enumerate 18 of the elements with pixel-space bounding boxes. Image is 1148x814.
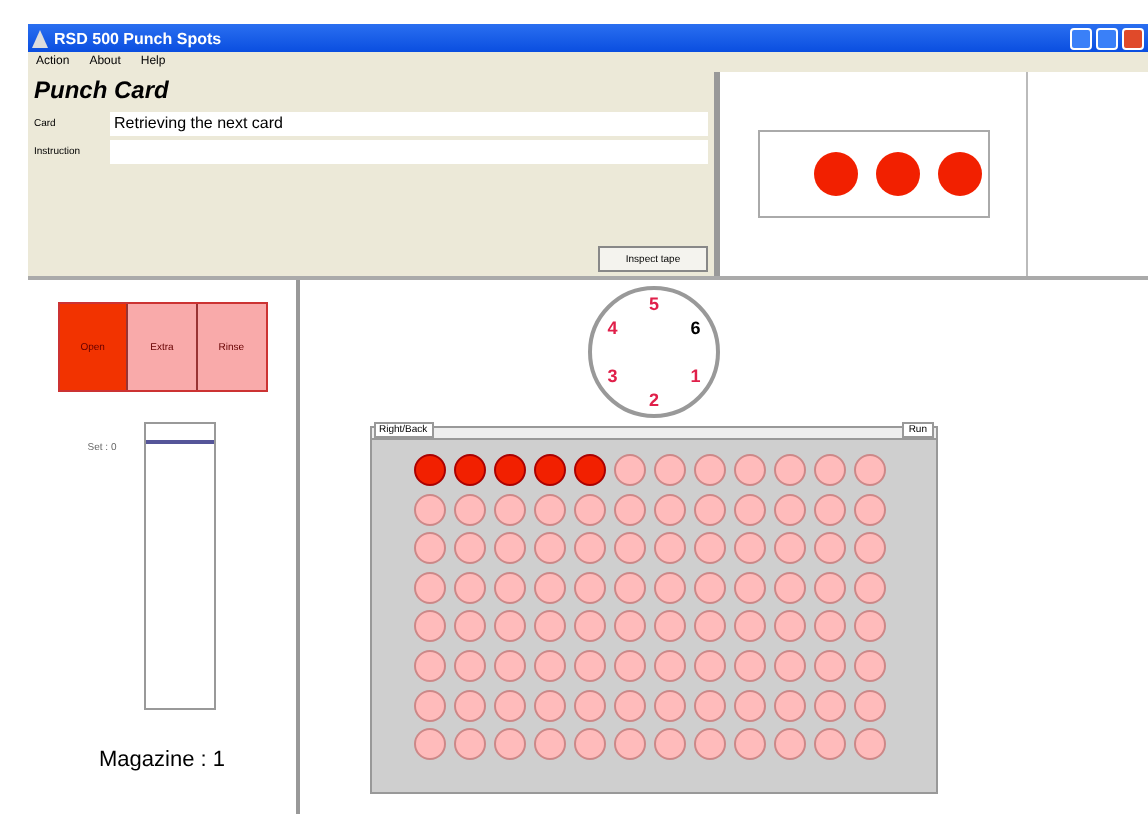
position-number: 4 [607, 318, 618, 338]
spot-icon [813, 152, 857, 196]
maximize-button[interactable] [1096, 27, 1118, 49]
position-number: 2 [649, 390, 659, 410]
window-title: RSD 500 Punch Spots [54, 29, 222, 47]
close-button[interactable] [1122, 27, 1144, 49]
spot-icon [937, 152, 981, 196]
input-field[interactable] [110, 139, 708, 163]
position-number: 1 [690, 366, 701, 386]
position-number: 5 [649, 294, 659, 314]
position-number: 3 [607, 366, 618, 386]
form-heading: Punch Card [34, 76, 171, 104]
input-field[interactable]: Retrieving the next card [110, 111, 708, 135]
app-icon [32, 29, 48, 47]
spot-icon [875, 152, 919, 196]
position-number: 6 [690, 318, 701, 338]
magazine-label: Magazine : 1 [99, 748, 225, 772]
minimize-button[interactable] [1070, 27, 1092, 49]
